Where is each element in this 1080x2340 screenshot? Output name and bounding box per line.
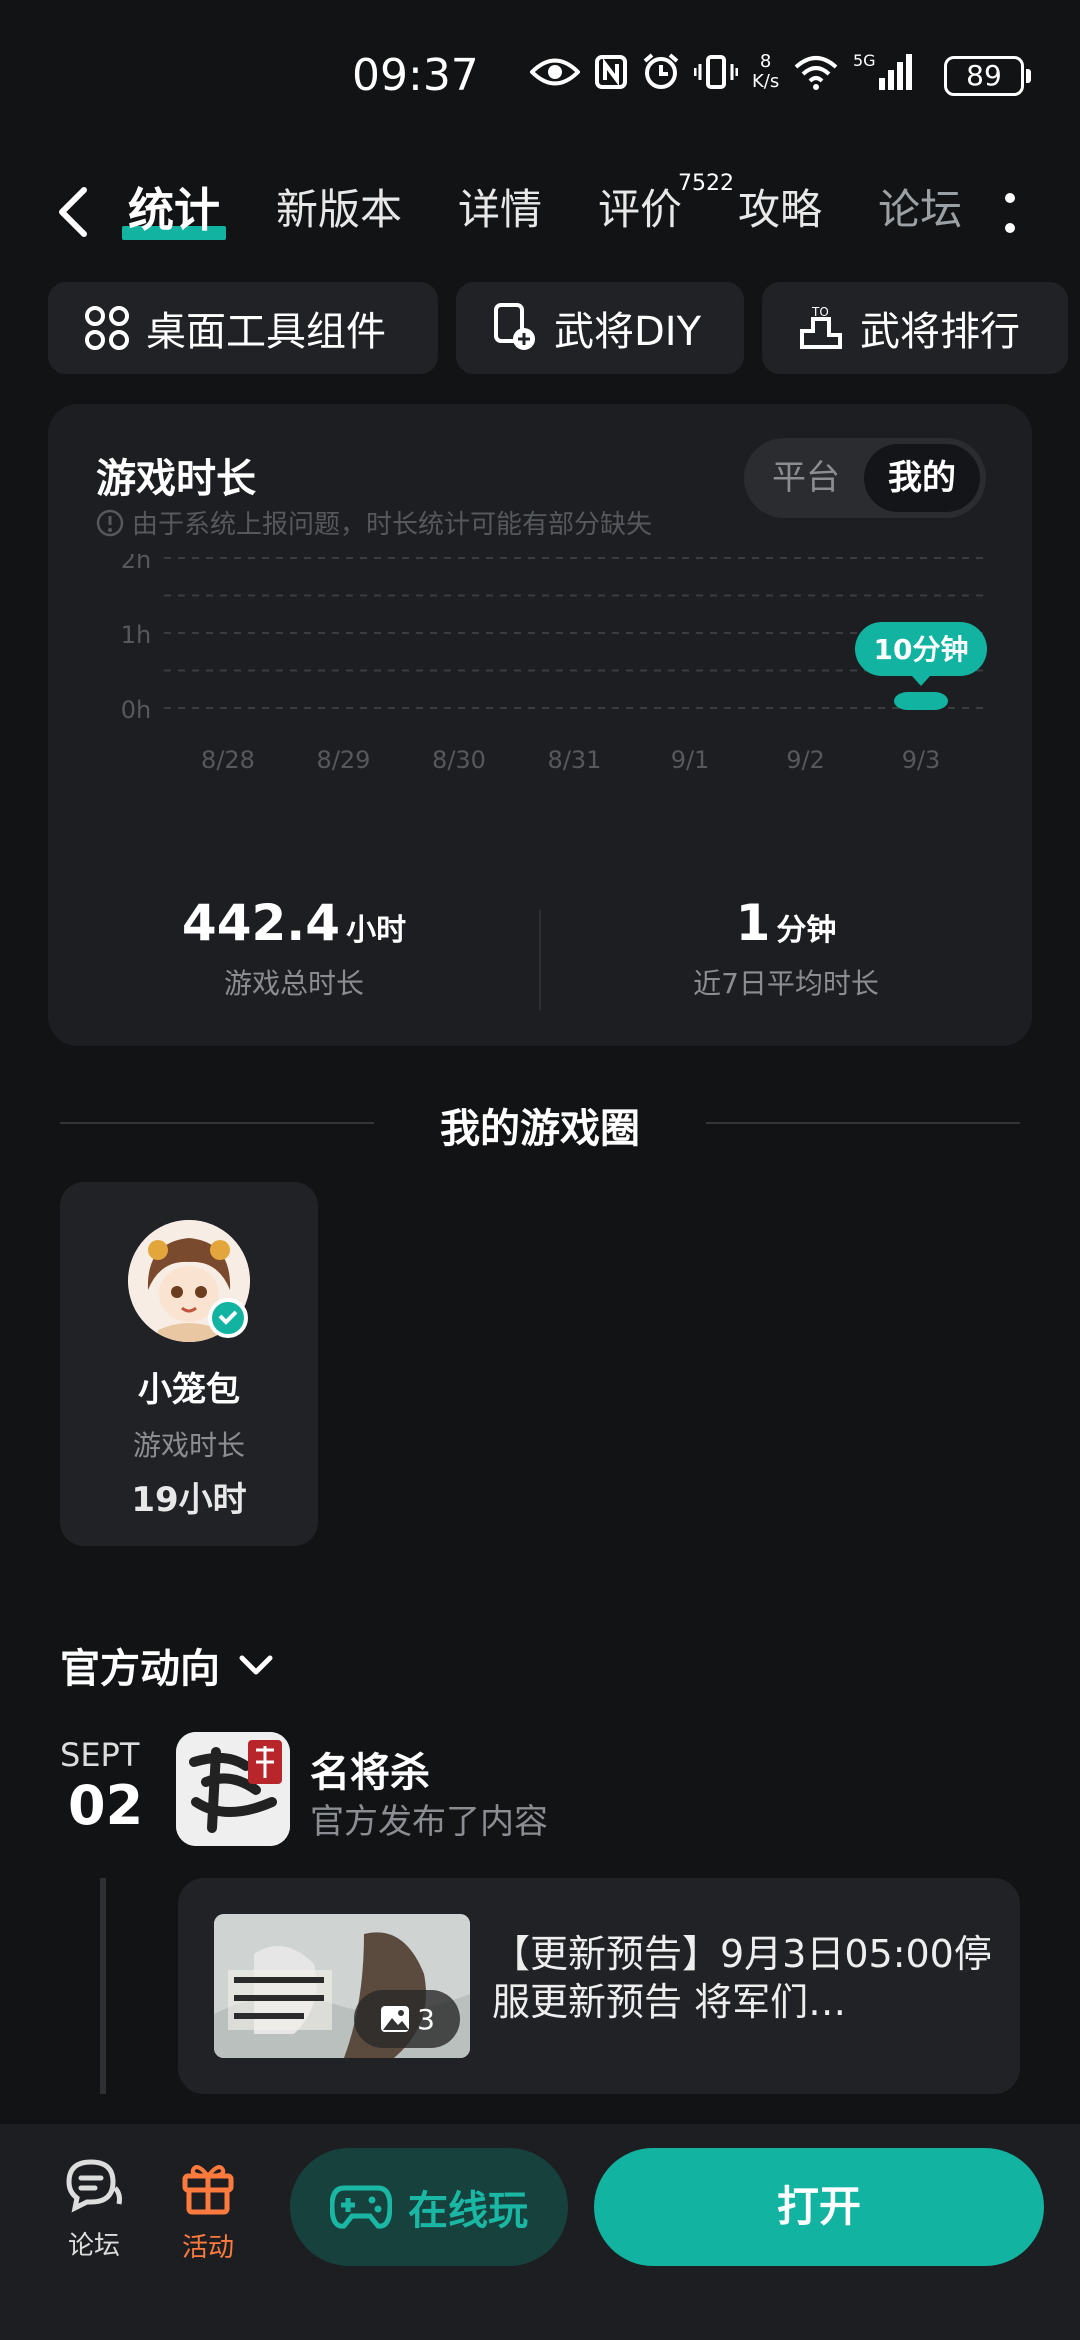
play-online-button[interactable]: 在线玩 bbox=[290, 2148, 568, 2266]
gift-icon bbox=[182, 2165, 234, 2215]
info-icon bbox=[96, 509, 124, 536]
timeline-line bbox=[100, 1878, 106, 2094]
gamepad-icon bbox=[330, 2185, 392, 2229]
x-tick-label: 9/2 bbox=[786, 746, 825, 774]
y-tick-label: 0h bbox=[121, 696, 151, 724]
status-bar: 09:37 8 K/s 5G 89 bbox=[0, 0, 1080, 150]
news-post-card[interactable]: 3 【更新预告】9月3日05:00停服更新预告 将军们… bbox=[178, 1878, 1020, 2094]
podium-icon: TO bbox=[800, 305, 842, 349]
eye-icon bbox=[530, 58, 580, 86]
image-count-badge: 3 bbox=[354, 1990, 460, 2048]
official-news-title: 官方动向 bbox=[60, 1646, 220, 1692]
total-playtime: 442.4 小时 游戏总时长 bbox=[48, 894, 540, 1002]
member-name: 小笼包 bbox=[138, 1370, 240, 1410]
avg-playtime-unit: 分钟 bbox=[776, 913, 837, 948]
playtime-totals: 442.4 小时 游戏总时长 1 分钟 近7日平均时长 bbox=[48, 894, 1032, 1024]
wifi-icon bbox=[794, 56, 838, 90]
tab-new-version[interactable]: 新版本 bbox=[276, 180, 402, 240]
image-icon bbox=[381, 2006, 410, 2032]
x-tick-label: 9/1 bbox=[671, 746, 710, 774]
verified-badge-icon bbox=[208, 1298, 248, 1338]
total-playtime-value: 442.4 bbox=[181, 894, 341, 952]
news-month: SEPT bbox=[60, 1736, 140, 1774]
tab-details[interactable]: 详情 bbox=[458, 180, 542, 240]
member-playtime-label: 游戏时长 bbox=[132, 1429, 245, 1462]
nfc-icon bbox=[595, 55, 627, 89]
avg-playtime-value: 1 bbox=[735, 894, 771, 952]
widget-grid-icon bbox=[85, 306, 129, 350]
section-divider-right bbox=[706, 1122, 1020, 1124]
platform-mine-toggle: 平台 我的 bbox=[744, 438, 986, 518]
battery-indicator: 89 bbox=[944, 56, 1031, 96]
member-playtime-value: 19小时 bbox=[131, 1480, 247, 1520]
tab-forum[interactable]: 论坛 bbox=[878, 180, 962, 240]
x-tick-label: 8/30 bbox=[432, 746, 486, 774]
top-nav: 统计 新版本 详情 评价 7522 攻略 论坛 bbox=[0, 160, 1080, 260]
forum-nav-item[interactable]: 论坛 bbox=[44, 2158, 144, 2262]
y-tick-label: 2h bbox=[121, 554, 151, 574]
chart-bar bbox=[894, 692, 948, 710]
x-tick-label: 9/3 bbox=[902, 746, 941, 774]
playtime-chart: 0h 1h 2h 8/28 8/29 8/30 8/31 9/1 9/2 9/3 10分钟 bbox=[121, 554, 988, 774]
playtime-title: 游戏时长 bbox=[96, 456, 256, 502]
y-tick-label: 1h bbox=[121, 621, 151, 649]
playtime-card: 游戏时长 由于系统上报问题，时长统计可能有部分缺失 平台 我的 0h 1h 2h 8/… bbox=[48, 404, 1032, 1046]
chart-tooltip-label: 10分钟 bbox=[874, 633, 969, 666]
signal-icon: 5G bbox=[853, 52, 913, 90]
more-vertical-icon[interactable] bbox=[1000, 190, 1020, 238]
tab-list: 统计 新版本 详情 评价 7522 攻略 论坛 bbox=[122, 171, 1018, 240]
alarm-icon bbox=[643, 53, 679, 89]
tab-stats[interactable]: 统计 bbox=[122, 180, 226, 240]
post-thumbnail: 3 bbox=[214, 1914, 470, 2058]
desktop-widget-button[interactable]: 桌面工具组件 bbox=[48, 282, 438, 374]
card-add-icon bbox=[494, 303, 535, 350]
vibrate-icon bbox=[694, 55, 738, 89]
official-news-header[interactable]: 官方动向 bbox=[60, 1636, 274, 1694]
game-name: 名将杀 bbox=[310, 1750, 430, 1796]
total-playtime-unit: 小时 bbox=[346, 913, 407, 948]
back-arrow-icon[interactable] bbox=[50, 182, 98, 242]
game-logo[interactable] bbox=[176, 1732, 290, 1846]
avg-playtime-label: 近7日平均时长 bbox=[693, 967, 879, 1000]
x-tick-label: 8/31 bbox=[548, 746, 602, 774]
playtime-note: 由于系统上报问题，时长统计可能有部分缺失 bbox=[96, 504, 652, 541]
general-ranking-label: 武将排行 bbox=[860, 309, 1020, 355]
game-news-subtitle: 官方发布了内容 bbox=[310, 1802, 548, 1842]
avg-playtime: 1 分钟 近7日平均时长 bbox=[540, 894, 1032, 1002]
circle-member-card[interactable]: 小笼包 游戏时长 19小时 bbox=[60, 1182, 318, 1546]
chevron-down-icon bbox=[239, 1655, 273, 1675]
status-icons: 8 K/s 5G bbox=[530, 52, 913, 92]
general-diy-label: 武将DIY bbox=[554, 309, 702, 355]
x-tick-label: 8/29 bbox=[317, 746, 371, 774]
open-game-button[interactable]: 打开 bbox=[594, 2148, 1044, 2266]
general-ranking-button[interactable]: TO 武将排行 bbox=[762, 282, 1068, 374]
toggle-platform[interactable]: 平台 bbox=[772, 438, 840, 518]
tab-reviews[interactable]: 评价 7522 bbox=[598, 171, 734, 240]
activity-label: 活动 bbox=[181, 2233, 234, 2263]
bottom-action-bar: 论坛 活动 在线玩 打开 bbox=[0, 2124, 1080, 2340]
forum-label: 论坛 bbox=[67, 2231, 120, 2261]
svg-text:5G: 5G bbox=[853, 52, 876, 70]
general-diy-button[interactable]: 武将DIY bbox=[456, 282, 744, 374]
status-time: 09:37 bbox=[352, 50, 479, 101]
x-tick-label: 8/28 bbox=[201, 746, 255, 774]
activity-nav-item[interactable]: 活动 bbox=[158, 2158, 258, 2264]
network-speed: 8 K/s bbox=[752, 51, 780, 92]
desktop-widget-label: 桌面工具组件 bbox=[146, 309, 386, 355]
toggle-mine[interactable]: 我的 bbox=[864, 444, 980, 512]
news-day: 02 bbox=[68, 1774, 144, 1837]
chat-bubble-icon bbox=[66, 2159, 122, 2213]
svg-text:TO: TO bbox=[811, 305, 829, 319]
total-playtime-label: 游戏总时长 bbox=[223, 967, 364, 1000]
tab-guides[interactable]: 攻略 bbox=[738, 180, 822, 240]
chart-tooltip-pointer bbox=[912, 676, 930, 686]
post-text: 【更新预告】9月3日05:00停服更新预告 将军们… bbox=[492, 1932, 992, 2024]
my-circle-title: 我的游戏圈 bbox=[440, 1106, 640, 1152]
play-online-label: 在线玩 bbox=[408, 2188, 528, 2234]
reviews-count-badge: 7522 bbox=[678, 171, 735, 196]
